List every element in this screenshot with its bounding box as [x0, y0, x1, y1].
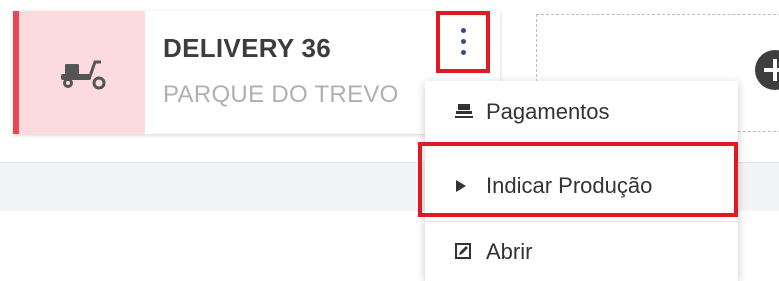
- menu-item-label: Abrir: [486, 239, 533, 264]
- kebab-icon: [461, 28, 466, 33]
- menu-divider: [425, 145, 738, 146]
- menu-item-open[interactable]: Abrir: [425, 221, 738, 281]
- kebab-menu-button[interactable]: [436, 11, 490, 73]
- menu-item-indicate-production[interactable]: Indicar Produção: [425, 155, 738, 215]
- menu-item-label: Pagamentos: [486, 99, 610, 124]
- context-menu: Pagamentos Indicar Produção Abrir: [425, 81, 738, 281]
- menu-item-payments[interactable]: Pagamentos: [425, 81, 738, 141]
- card-title: DELIVERY 36: [163, 33, 332, 63]
- kebab-icon-dot: [461, 39, 466, 44]
- menu-item-label: Indicar Produção: [486, 173, 653, 198]
- scooter-icon: [61, 60, 106, 90]
- play-icon: [456, 180, 466, 192]
- card-subtitle: PARQUE DO TREVO: [163, 81, 399, 108]
- card-icon-area: [13, 11, 145, 134]
- edit-icon: [455, 243, 471, 259]
- payments-icon: [455, 104, 473, 118]
- kebab-icon-dot: [461, 50, 466, 55]
